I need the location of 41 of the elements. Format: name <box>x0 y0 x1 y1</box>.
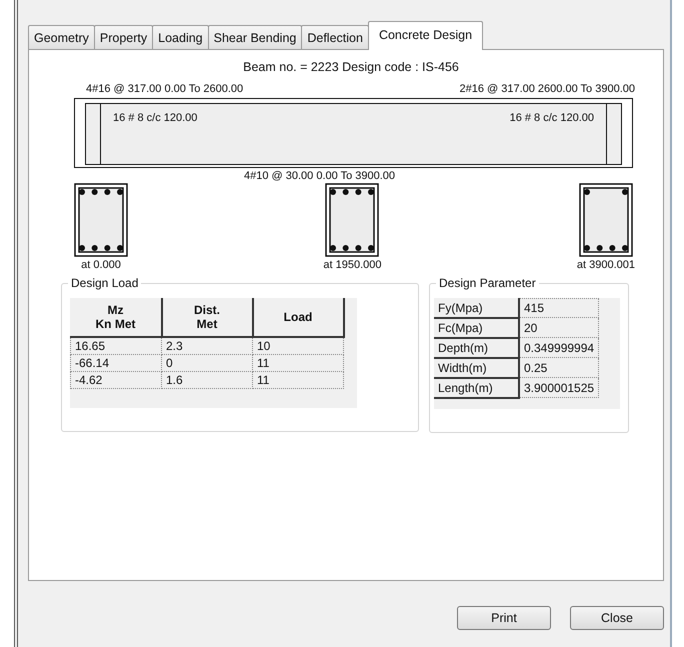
section-location-label: at 3900.001 <box>576 259 635 271</box>
parameter-value: 415 <box>519 298 599 318</box>
section-location-label: at 0.000 <box>81 259 121 271</box>
parameter-value: 3.900001525 <box>519 378 599 398</box>
table-cell: 1.6 <box>162 372 252 388</box>
parameter-name: Fy(Mpa) <box>434 298 519 318</box>
group-title: Design Load <box>68 276 142 290</box>
tab[interactable]: Shear Bending <box>208 25 302 49</box>
table-cell: 0 <box>162 354 252 372</box>
tab[interactable]: Deflection <box>301 25 369 49</box>
column-header: Load <box>252 298 344 337</box>
dialog-button[interactable]: Print <box>457 606 551 630</box>
beam-heading: Beam no. = 2223 Design code : IS-456 <box>242 60 460 74</box>
table-cell: 16.65 <box>70 337 162 354</box>
parameter-value: 20 <box>519 318 599 338</box>
parameter-name: Width(m) <box>434 358 519 378</box>
bottom-reinforcement-label: 4#10 @ 30.00 0.00 To 3900.00 <box>244 170 396 182</box>
parameter-value: 0.25 <box>519 358 599 378</box>
tab[interactable]: Property <box>94 25 154 49</box>
section-location-label: at 1950.000 <box>323 259 382 271</box>
stirrup-label: 16 # 8 c/c 120.00 <box>510 111 594 126</box>
table-cell: 2.3 <box>162 337 252 354</box>
table-cell: 11 <box>252 354 344 372</box>
table-cell: -4.62 <box>70 372 162 388</box>
tab[interactable]: Geometry <box>28 25 95 49</box>
parameter-name: Depth(m) <box>434 338 519 358</box>
column-header: Mz Kn Met <box>70 298 162 337</box>
table-cell: -66.14 <box>70 354 162 372</box>
parameter-name: Fc(Mpa) <box>434 318 519 338</box>
stirrup-label: 16 # 8 c/c 120.00 <box>113 111 198 126</box>
dialog-button[interactable]: Close <box>570 606 664 630</box>
top-reinforcement-label: 2#16 @ 317.00 2600.00 To 3900.00 <box>459 83 635 95</box>
tab[interactable]: Loading <box>152 25 209 49</box>
parameter-value: 0.349999994 <box>519 338 599 358</box>
column-header: Dist. Met <box>162 298 252 337</box>
tab[interactable]: Concrete Design <box>368 21 484 50</box>
group-title: Design Parameter <box>436 276 539 290</box>
table-cell: 10 <box>252 337 344 354</box>
table-cell: 11 <box>252 372 344 388</box>
top-reinforcement-label: 4#16 @ 317.00 0.00 To 2600.00 <box>86 83 244 95</box>
parameter-name: Length(m) <box>434 378 519 398</box>
